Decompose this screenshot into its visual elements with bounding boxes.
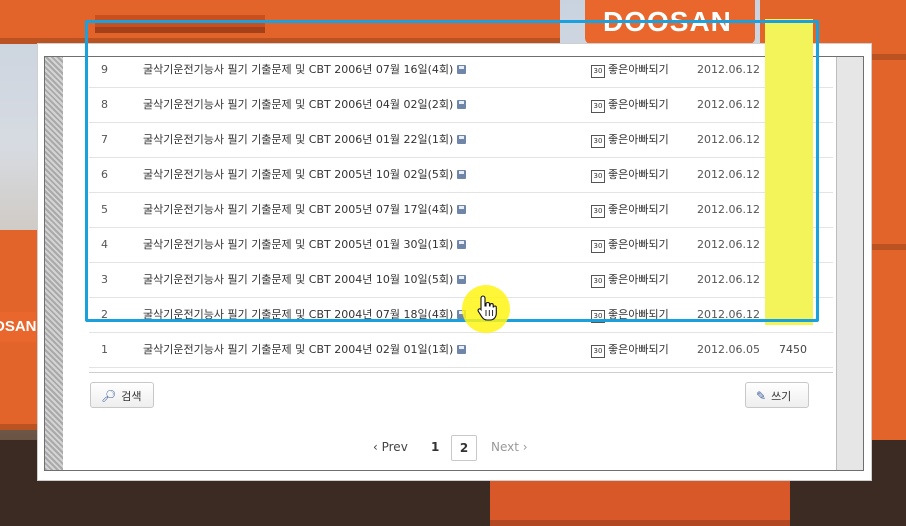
post-date: 2012.06.05	[697, 343, 760, 356]
author-name[interactable]: 좋은아빠되기	[608, 343, 669, 356]
pencil-icon: ✎	[756, 389, 767, 403]
prev-page-link[interactable]: ‹ Prev	[373, 435, 408, 459]
board-divider	[89, 372, 833, 373]
table-row: 1 굴삭기운전기능사 필기 기출문제 및 CBT 2004년 02월 01일(1회…	[89, 332, 833, 368]
left-border-strip	[45, 57, 63, 470]
post-hits: 7450	[779, 343, 807, 356]
page-link-1[interactable]: 1	[431, 435, 439, 459]
doosan-logo-side: DSAN	[0, 312, 37, 342]
right-scroll-strip	[836, 57, 863, 470]
member-level-icon: 30	[591, 345, 605, 358]
post-number: 1	[101, 343, 108, 356]
post-title[interactable]: 굴삭기운전기능사 필기 기출문제 및 CBT 2004년 02월 01일(1회)	[143, 343, 453, 356]
page-link-2-current[interactable]: 2	[451, 435, 477, 461]
next-page-link: Next ›	[491, 440, 528, 454]
write-button[interactable]: ✎ 쓰기	[745, 382, 809, 408]
post-title-link[interactable]: 굴삭기운전기능사 필기 기출문제 및 CBT 2004년 02월 01일(1회)	[143, 332, 467, 367]
list-highlight-box	[85, 20, 819, 322]
attachment-icon	[457, 345, 467, 354]
post-author[interactable]: 30 좋은아빠되기	[591, 332, 669, 367]
search-button[interactable]: 🔎︎ 검색	[90, 382, 154, 408]
hand-cursor-icon	[477, 295, 497, 321]
search-icon: 🔎︎	[101, 389, 117, 403]
